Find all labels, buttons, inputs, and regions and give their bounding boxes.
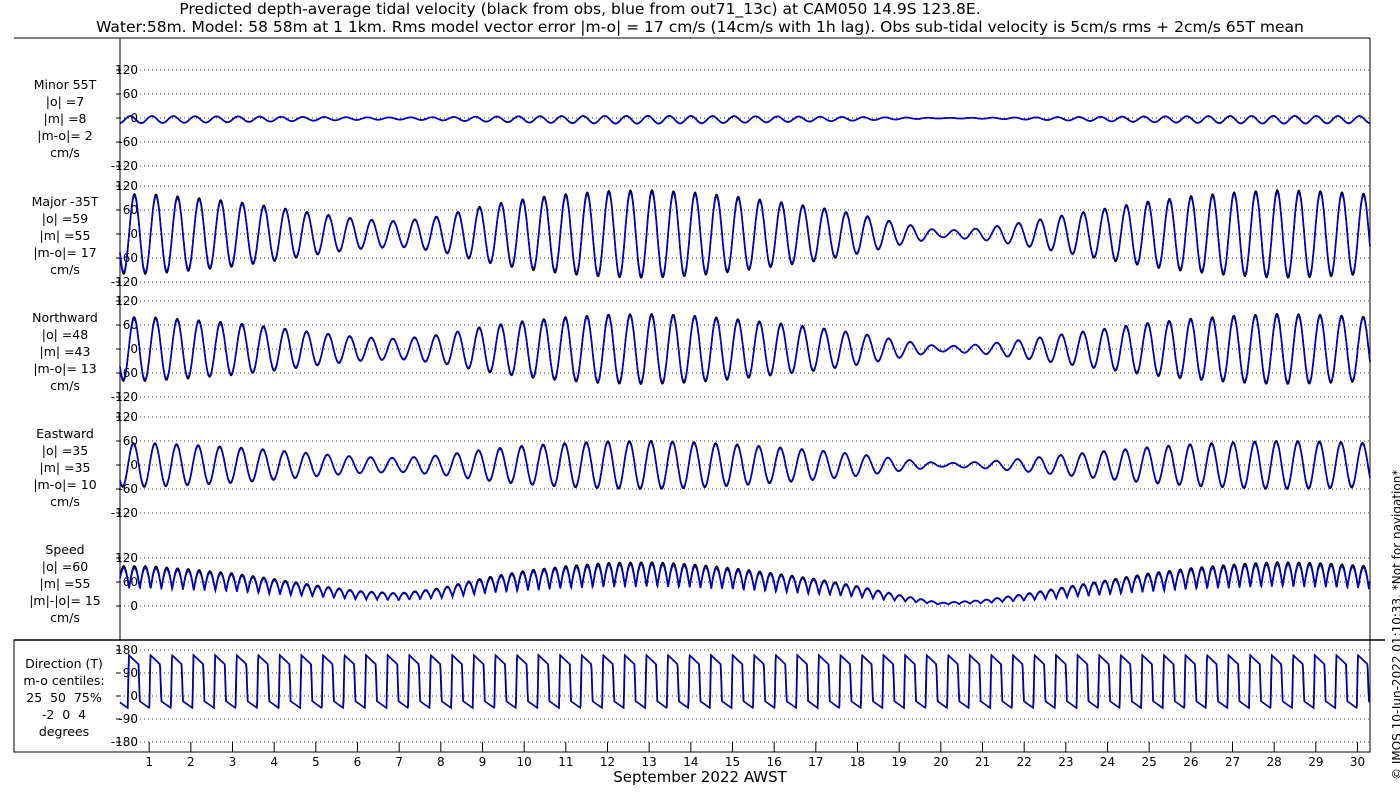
x-tick-label: 25 <box>1142 755 1157 769</box>
y-tick-label: 60 <box>123 87 138 101</box>
panel-label-major: Major -35T |o| =59 |m| =55 |m-o|= 17 cm/… <box>31 194 99 277</box>
panel-label-northward: Northward |o| =48 |m| =43 |m-o|= 13 cm/s <box>32 310 98 393</box>
x-tick-label: 23 <box>1058 755 1073 769</box>
x-tick-label: 10 <box>517 755 532 769</box>
x-axis-label: September 2022 AWST <box>613 768 787 786</box>
obs-direction-line <box>119 653 1371 710</box>
x-tick-label: 6 <box>354 755 362 769</box>
y-tick-label: -90 <box>118 712 138 726</box>
x-tick-label: 14 <box>683 755 698 769</box>
x-tick-label: 24 <box>1100 755 1115 769</box>
x-tick-label: 19 <box>892 755 907 769</box>
x-tick-label: 27 <box>1225 755 1240 769</box>
x-tick-label: 17 <box>808 755 823 769</box>
panel-label-minor: Minor 55T |o| =7 |m| =8 |m-o|= 2 cm/s <box>33 77 97 160</box>
y-tick-label: 120 <box>115 551 138 565</box>
x-tick-label: 12 <box>600 755 615 769</box>
x-tick-label: 21 <box>975 755 990 769</box>
y-tick-label: -120 <box>111 506 138 520</box>
x-tick-label: 4 <box>270 755 278 769</box>
x-tick-label: 5 <box>312 755 320 769</box>
y-tick-label: 120 <box>115 294 138 308</box>
x-tick-label: 13 <box>642 755 657 769</box>
y-tick-label: 120 <box>115 63 138 77</box>
y-tick-label: -120 <box>111 159 138 173</box>
y-tick-label: 180 <box>115 643 138 657</box>
x-tick-label: 2 <box>187 755 195 769</box>
y-tick-label: -180 <box>111 735 138 749</box>
y-tick-label: 90 <box>123 666 138 680</box>
panel-label-direction: Direction (T) m-o centiles: 25 50 75% -2… <box>23 656 105 739</box>
y-tick-label: 0 <box>130 689 138 703</box>
x-tick-label: 18 <box>850 755 865 769</box>
tidal-velocity-plot: 120600-60-120120600-60-120120600-60-1201… <box>13 37 1385 769</box>
x-tick-label: 22 <box>1017 755 1032 769</box>
model-direction-line <box>119 653 1371 710</box>
y-tick-label: 0 <box>130 227 138 241</box>
x-tick-label: 1 <box>145 755 153 769</box>
y-tick-label: 120 <box>115 179 138 193</box>
model-line <box>119 563 1371 606</box>
x-tick-label: 11 <box>558 755 573 769</box>
model-line <box>119 115 1370 125</box>
y-tick-label: -60 <box>118 135 138 149</box>
y-tick-label: 0 <box>130 599 138 613</box>
credit-watermark: © IMOS 10-Jun-2022 01:10:33. *Not for na… <box>1390 469 1400 780</box>
panel-label-eastward: Eastward |o| =35 |m| =35 |m-o|= 10 cm/s <box>33 426 97 509</box>
x-tick-label: 16 <box>767 755 782 769</box>
x-tick-label: 29 <box>1308 755 1323 769</box>
x-tick-label: 26 <box>1183 755 1198 769</box>
x-tick-label: 9 <box>479 755 487 769</box>
y-tick-label: 0 <box>130 458 138 472</box>
x-tick-label: 15 <box>725 755 740 769</box>
x-tick-label: 8 <box>437 755 445 769</box>
y-tick-label: -120 <box>111 390 138 404</box>
y-tick-label: 0 <box>130 342 138 356</box>
panel-label-speed: Speed |o| =60 |m| =55 |m|-|o|= 15 cm/s <box>29 542 101 625</box>
y-tick-label: 120 <box>115 410 138 424</box>
x-tick-label: 28 <box>1267 755 1282 769</box>
x-tick-label: 7 <box>395 755 403 769</box>
x-tick-label: 30 <box>1350 755 1365 769</box>
x-tick-label: 20 <box>933 755 948 769</box>
y-tick-label: -120 <box>111 275 138 289</box>
x-tick-label: 3 <box>229 755 237 769</box>
